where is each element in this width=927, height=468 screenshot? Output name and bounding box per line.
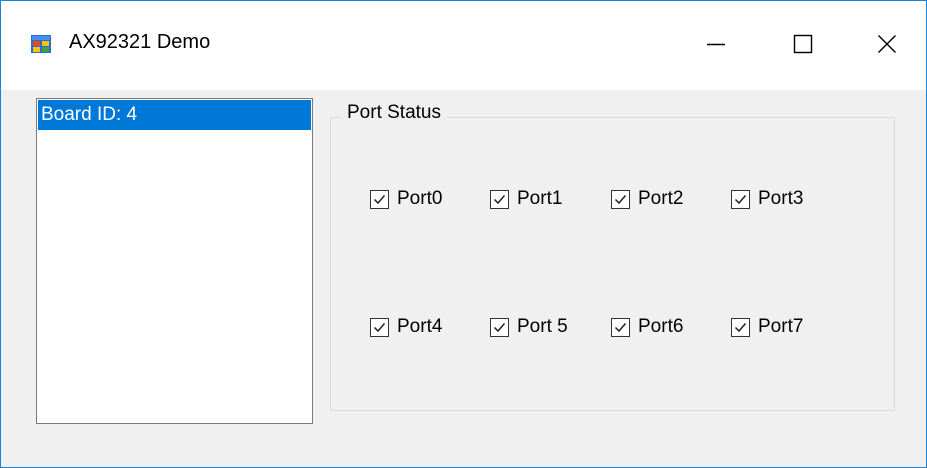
checkbox-box	[731, 189, 750, 209]
title-bar[interactable]: AX92321 Demo	[1, 1, 926, 90]
checkmark-icon	[734, 322, 747, 332]
checkbox-label: Port3	[758, 188, 804, 209]
checkmark-icon	[614, 322, 627, 332]
checkbox-box	[490, 317, 509, 337]
port5-checkbox[interactable]: Port 5	[490, 316, 568, 338]
checkbox-label: Port2	[638, 188, 684, 209]
board-listbox[interactable]: Board ID: 4	[36, 98, 313, 424]
checkbox-box	[370, 189, 389, 209]
checkbox-label: Port7	[758, 316, 804, 337]
port-status-group	[330, 117, 895, 411]
checkbox-box	[611, 189, 630, 209]
checkmark-icon	[614, 194, 627, 204]
app-window-icon	[31, 35, 51, 53]
checkbox-label: Port1	[517, 188, 563, 209]
checkbox-label: Port6	[638, 316, 684, 337]
checkmark-icon	[493, 322, 506, 332]
port4-checkbox[interactable]: Port4	[370, 316, 442, 338]
port0-checkbox[interactable]: Port0	[370, 188, 442, 210]
checkbox-box	[611, 317, 630, 337]
group-title: Port Status	[341, 102, 447, 124]
port3-checkbox[interactable]: Port3	[731, 188, 803, 210]
maximize-icon	[793, 34, 813, 54]
port6-checkbox[interactable]: Port6	[611, 316, 683, 338]
port7-checkbox[interactable]: Port7	[731, 316, 803, 338]
checkbox-label: Port 5	[517, 316, 568, 337]
checkbox-box	[731, 317, 750, 337]
checkbox-label: Port4	[397, 316, 443, 337]
list-item-board[interactable]: Board ID: 4	[38, 100, 311, 130]
port1-checkbox[interactable]: Port1	[490, 188, 562, 210]
checkbox-box	[490, 189, 509, 209]
minimize-button[interactable]	[670, 1, 762, 87]
checkmark-icon	[734, 194, 747, 204]
list-item-label: Board ID: 4	[41, 104, 138, 125]
checkmark-icon	[373, 322, 386, 332]
maximize-button[interactable]	[757, 1, 849, 87]
checkbox-box	[370, 317, 389, 337]
checkmark-icon	[493, 194, 506, 204]
close-icon	[878, 35, 896, 53]
close-button[interactable]	[841, 1, 927, 87]
checkbox-label: Port0	[397, 188, 443, 209]
window-title: AX92321 Demo	[69, 31, 211, 53]
minimize-icon	[707, 43, 725, 46]
checkmark-icon	[373, 194, 386, 204]
app-window: AX92321 Demo Board ID: 4 Port Status Por…	[0, 0, 927, 468]
port2-checkbox[interactable]: Port2	[611, 188, 683, 210]
